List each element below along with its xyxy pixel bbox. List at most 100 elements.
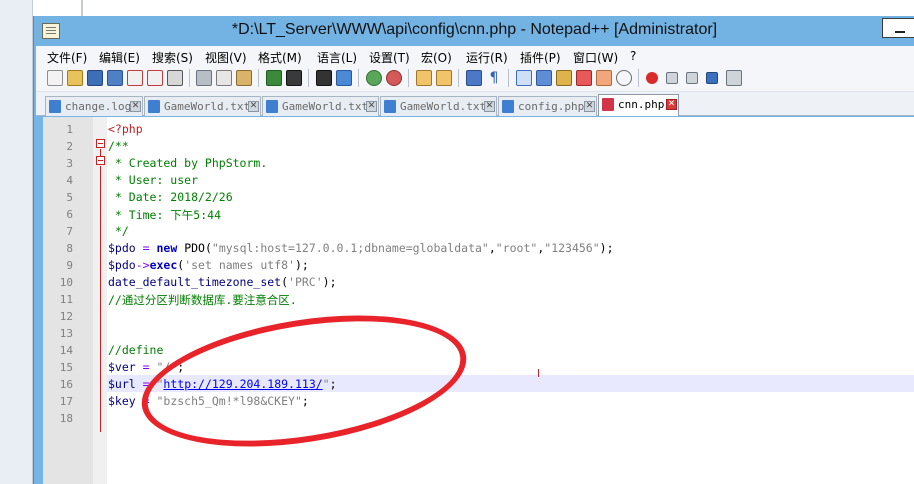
variable-token: $pdo bbox=[108, 258, 136, 272]
line-number: 4 bbox=[66, 174, 73, 187]
replace-icon[interactable] bbox=[336, 70, 352, 86]
code-line[interactable]: */ bbox=[107, 222, 914, 239]
redo-icon[interactable] bbox=[286, 70, 302, 86]
tab-change-log[interactable]: change.log ✕ bbox=[45, 96, 143, 116]
toolbar-separator bbox=[508, 69, 509, 87]
tab-gameworld-txt[interactable]: GameWorld.txt ✕ bbox=[380, 96, 497, 116]
code-line[interactable]: * Date: 2018/2/26 bbox=[107, 188, 914, 205]
menu-help[interactable]: ? bbox=[630, 49, 636, 63]
menu-search[interactable]: 搜索(S) bbox=[152, 49, 193, 66]
tab-label: change.log bbox=[65, 100, 132, 113]
toolbar-separator bbox=[458, 69, 459, 87]
line-number: 17 bbox=[59, 395, 73, 408]
menu-window[interactable]: 窗口(W) bbox=[573, 49, 618, 66]
code-line[interactable]: /** bbox=[107, 137, 914, 154]
code-text: //define bbox=[108, 343, 164, 357]
operator-token: = bbox=[135, 360, 157, 374]
file-icon bbox=[502, 100, 514, 113]
toolbar-separator bbox=[408, 69, 409, 87]
playback-macro-icon[interactable] bbox=[686, 72, 698, 84]
toolbar-separator bbox=[638, 69, 639, 87]
line-number: 9 bbox=[66, 259, 73, 272]
close-icon[interactable]: ✕ bbox=[366, 101, 377, 112]
close-all-icon[interactable] bbox=[147, 70, 163, 86]
code-text: /** bbox=[108, 139, 129, 153]
sync-horizontal-icon[interactable] bbox=[436, 70, 452, 86]
copy-icon[interactable] bbox=[216, 70, 232, 86]
monitoring-icon[interactable] bbox=[616, 70, 632, 86]
menu-run[interactable]: 运行(R) bbox=[466, 49, 508, 66]
line-number: 14 bbox=[59, 344, 73, 357]
close-icon[interactable]: ✕ bbox=[584, 101, 595, 112]
save-all-icon[interactable] bbox=[107, 70, 123, 86]
code-line[interactable]: <?php bbox=[107, 120, 914, 137]
find-icon[interactable] bbox=[316, 70, 332, 86]
code-line[interactable]: * Created by PhpStorm. bbox=[107, 154, 914, 171]
save-icon[interactable] bbox=[87, 70, 103, 86]
code-line[interactable]: date_default_timezone_set('PRC'); bbox=[107, 273, 914, 290]
close-icon[interactable]: ✕ bbox=[666, 99, 677, 110]
close-icon[interactable]: ✕ bbox=[484, 101, 495, 112]
code-text: * Created by PhpStorm. bbox=[108, 156, 268, 170]
punctuation-token: ); bbox=[322, 275, 337, 289]
stop-recording-icon[interactable] bbox=[666, 72, 678, 84]
tab-gameworld-txt[interactable]: GameWorld.txt ✕ bbox=[262, 96, 379, 116]
cut-icon[interactable] bbox=[196, 70, 212, 86]
close-icon[interactable]: ✕ bbox=[130, 101, 141, 112]
code-line[interactable]: $pdo->exec('set names utf8'); bbox=[107, 256, 914, 273]
record-macro-icon[interactable] bbox=[646, 72, 658, 84]
line-number: 8 bbox=[66, 242, 73, 255]
zoom-out-icon[interactable] bbox=[386, 70, 402, 86]
menu-file[interactable]: 文件(F) bbox=[47, 49, 87, 66]
menu-edit[interactable]: 编辑(E) bbox=[99, 49, 140, 66]
title-bar[interactable]: *D:\LT_Server\WWW\api\config\cnn.php - N… bbox=[34, 16, 914, 46]
function-list-icon[interactable] bbox=[576, 70, 592, 86]
operator-token: = bbox=[135, 241, 157, 255]
document-map-icon[interactable] bbox=[556, 70, 572, 86]
string-token: "root" bbox=[495, 241, 538, 255]
menu-settings[interactable]: 设置(T) bbox=[369, 49, 410, 66]
code-text: */ bbox=[108, 224, 129, 238]
tab-config-php[interactable]: config.php ✕ bbox=[498, 96, 597, 116]
paste-icon[interactable] bbox=[236, 70, 252, 86]
close-icon[interactable]: ✕ bbox=[248, 101, 259, 112]
code-line[interactable]: * User: user bbox=[107, 171, 914, 188]
menu-format[interactable]: 格式(M) bbox=[258, 49, 302, 66]
code-line[interactable]: $pdo = new PDO("mysql:host=127.0.0.1;dbn… bbox=[107, 239, 914, 256]
fold-collapse-icon[interactable] bbox=[96, 156, 105, 165]
code-text: * Time: 下午5:44 bbox=[108, 208, 222, 222]
string-token: 'set names utf8' bbox=[184, 258, 295, 272]
user-defined-language-icon[interactable] bbox=[536, 70, 552, 86]
line-number: 6 bbox=[66, 208, 73, 221]
sync-vertical-icon[interactable] bbox=[416, 70, 432, 86]
show-all-characters-icon[interactable]: ¶ bbox=[486, 70, 502, 86]
menu-view[interactable]: 视图(V) bbox=[205, 49, 247, 66]
minimize-button[interactable] bbox=[882, 18, 914, 38]
tab-label: GameWorld.txt bbox=[164, 100, 251, 113]
undo-icon[interactable] bbox=[266, 70, 282, 86]
save-macro-icon[interactable] bbox=[726, 70, 742, 86]
modified-file-icon bbox=[602, 98, 614, 111]
folder-as-workspace-icon[interactable] bbox=[596, 70, 612, 86]
run-macro-multiple-icon[interactable] bbox=[706, 72, 718, 84]
close-file-icon[interactable] bbox=[127, 70, 143, 86]
indent-guide-icon[interactable] bbox=[516, 70, 532, 86]
menu-language[interactable]: 语言(L) bbox=[317, 49, 357, 66]
menu-macro[interactable]: 宏(O) bbox=[421, 49, 452, 66]
tab-label: GameWorld.txt bbox=[400, 100, 487, 113]
tab-cnn-php[interactable]: cnn.php ✕ bbox=[598, 94, 679, 116]
code-line[interactable] bbox=[107, 307, 914, 324]
code-line[interactable]: * Time: 下午5:44 bbox=[107, 205, 914, 222]
zoom-in-icon[interactable] bbox=[366, 70, 382, 86]
tab-gameworld-txt[interactable]: GameWorld.txt ✕ bbox=[144, 96, 261, 116]
print-icon[interactable] bbox=[167, 70, 183, 86]
menu-plugins[interactable]: 插件(P) bbox=[520, 49, 561, 66]
tab-label: cnn.php bbox=[618, 98, 665, 111]
code-line[interactable]: //通过分区判断数据库.要注意合区. bbox=[107, 290, 914, 307]
line-number: 5 bbox=[66, 191, 73, 204]
fold-collapse-icon[interactable] bbox=[96, 139, 105, 148]
new-file-icon[interactable] bbox=[47, 70, 63, 86]
open-file-icon[interactable] bbox=[67, 70, 83, 86]
word-wrap-icon[interactable] bbox=[466, 70, 482, 86]
background-window-edge bbox=[81, 0, 83, 16]
